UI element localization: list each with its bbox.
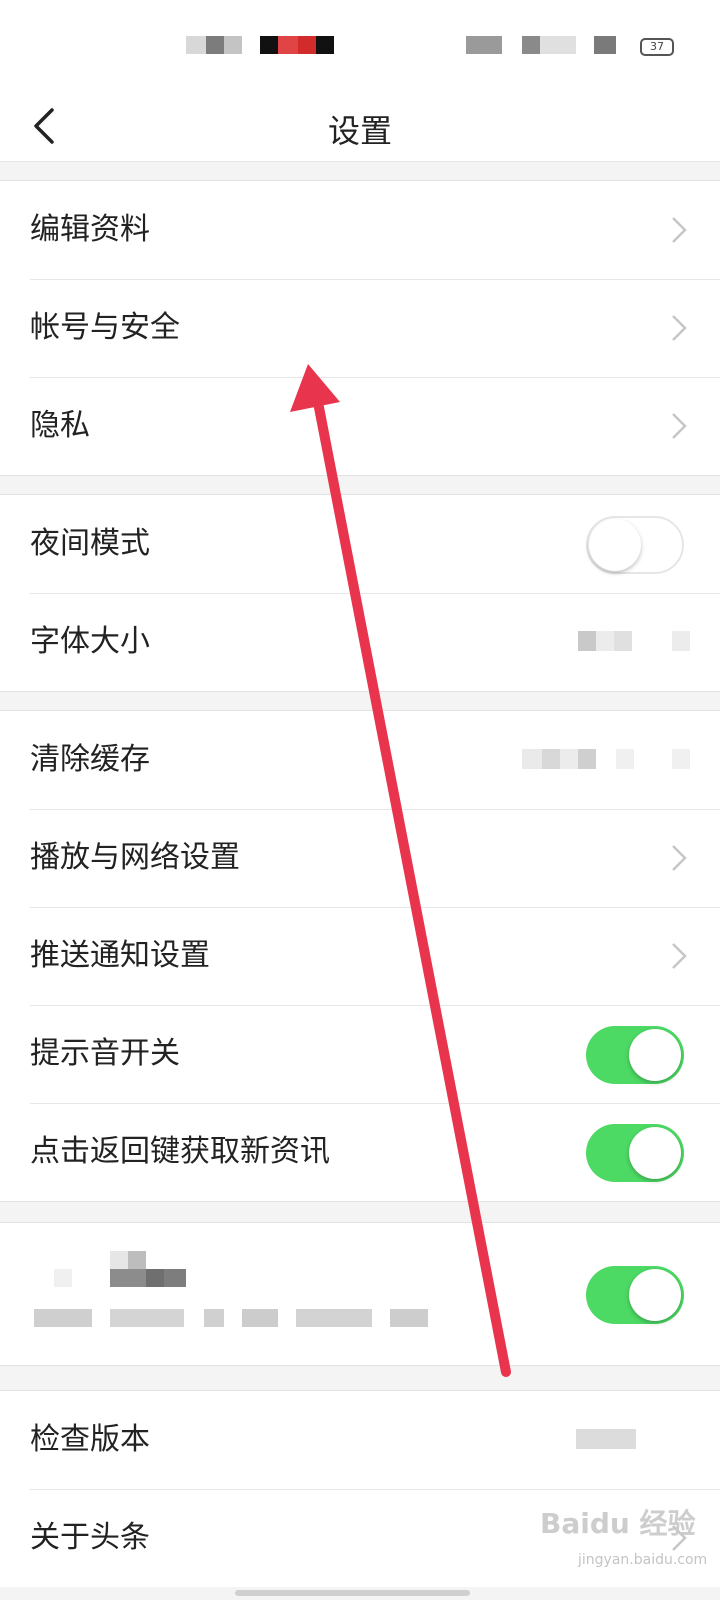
chevron-right-icon — [672, 943, 687, 969]
settings-group-display: 夜间模式 字体大小 — [0, 494, 720, 692]
hidden-title-blur — [54, 1269, 72, 1287]
hidden-desc-blur — [110, 1309, 184, 1327]
cache-size-value — [616, 749, 634, 769]
settings-group-general: 清除缓存 播放与网络设置 推送通知设置 提示音开关 点击返回键获取新资讯 — [0, 710, 720, 1202]
hidden-desc-blur — [390, 1309, 428, 1327]
settings-group-hidden — [0, 1222, 720, 1366]
hidden-desc-blur — [296, 1309, 372, 1327]
cache-size-value — [578, 749, 596, 769]
row-label: 推送通知设置 — [30, 938, 210, 973]
row-label: 提示音开关 — [30, 1036, 180, 1071]
settings-row-account-security[interactable]: 帐号与安全 — [0, 279, 720, 377]
row-label: 夜间模式 — [30, 526, 150, 561]
chevron-right-icon — [672, 217, 687, 243]
row-label: 帐号与安全 — [30, 310, 180, 345]
cache-size-value — [522, 749, 542, 769]
font-size-value — [596, 631, 614, 651]
status-blur — [466, 36, 502, 54]
toggle-knob — [629, 1127, 681, 1179]
back-refresh-toggle[interactable] — [586, 1124, 684, 1182]
status-blur — [206, 36, 224, 54]
status-blur — [186, 36, 206, 54]
status-blur — [522, 36, 540, 54]
hidden-desc-blur — [242, 1309, 278, 1327]
status-blur — [224, 36, 242, 54]
hidden-setting-row[interactable] — [0, 1223, 720, 1367]
toggle-knob — [629, 1029, 681, 1081]
settings-group-account: 编辑资料 帐号与安全 隐私 — [0, 180, 720, 476]
hidden-setting-toggle[interactable] — [586, 1266, 684, 1324]
settings-row-edit-profile[interactable]: 编辑资料 — [0, 181, 720, 279]
status-bar: 37 — [0, 0, 720, 90]
cache-size-value — [560, 749, 578, 769]
settings-row-night-mode[interactable]: 夜间模式 — [0, 495, 720, 593]
nav-bar: 设置 — [0, 90, 720, 162]
signal-icon — [594, 36, 616, 54]
row-label: 字体大小 — [30, 624, 150, 659]
toggle-knob — [589, 519, 641, 571]
row-label: 关于头条 — [30, 1520, 150, 1555]
battery-icon: 37 — [640, 38, 674, 56]
hidden-title-blur — [164, 1269, 186, 1287]
hidden-desc-blur — [204, 1309, 224, 1327]
hidden-title-blur — [110, 1269, 146, 1287]
status-blur — [278, 36, 298, 54]
baidu-watermark: Baidu 经验 — [540, 1507, 696, 1540]
settings-row-playback-network[interactable]: 播放与网络设置 — [0, 809, 720, 907]
font-size-value — [614, 631, 632, 651]
cache-size-value — [542, 749, 560, 769]
font-size-value — [672, 631, 690, 651]
chevron-right-icon — [672, 845, 687, 871]
chevron-right-icon — [672, 413, 687, 439]
status-blur — [298, 36, 316, 54]
hidden-title-blur — [146, 1269, 164, 1287]
status-blur — [260, 36, 278, 54]
font-size-value — [578, 631, 596, 651]
row-label: 点击返回键获取新资讯 — [30, 1134, 330, 1169]
row-label: 编辑资料 — [30, 212, 150, 247]
hidden-title-blur — [110, 1251, 128, 1269]
status-blur — [316, 36, 334, 54]
settings-row-privacy[interactable]: 隐私 — [0, 377, 720, 475]
settings-row-back-refresh[interactable]: 点击返回键获取新资讯 — [0, 1103, 720, 1201]
settings-row-font-size[interactable]: 字体大小 — [0, 593, 720, 691]
chevron-right-icon — [672, 315, 687, 341]
row-label: 隐私 — [30, 408, 90, 443]
settings-row-sound-switch[interactable]: 提示音开关 — [0, 1005, 720, 1103]
row-label: 播放与网络设置 — [30, 840, 240, 875]
settings-row-check-version[interactable]: 检查版本 — [0, 1391, 720, 1489]
baidu-watermark-url: jingyan.baidu.com — [578, 1552, 708, 1568]
row-label: 清除缓存 — [30, 742, 150, 777]
home-indicator[interactable] — [235, 1590, 470, 1596]
toggle-knob — [629, 1269, 681, 1321]
sound-toggle[interactable] — [586, 1026, 684, 1084]
night-mode-toggle[interactable] — [586, 516, 684, 574]
page-title: 设置 — [327, 112, 392, 150]
settings-row-push-notifications[interactable]: 推送通知设置 — [0, 907, 720, 1005]
row-label: 检查版本 — [30, 1422, 150, 1457]
settings-row-clear-cache[interactable]: 清除缓存 — [0, 711, 720, 809]
version-value — [576, 1429, 636, 1449]
hidden-title-blur — [128, 1251, 146, 1269]
hidden-desc-blur — [34, 1309, 92, 1327]
status-blur — [540, 36, 576, 54]
cache-size-value — [672, 749, 690, 769]
